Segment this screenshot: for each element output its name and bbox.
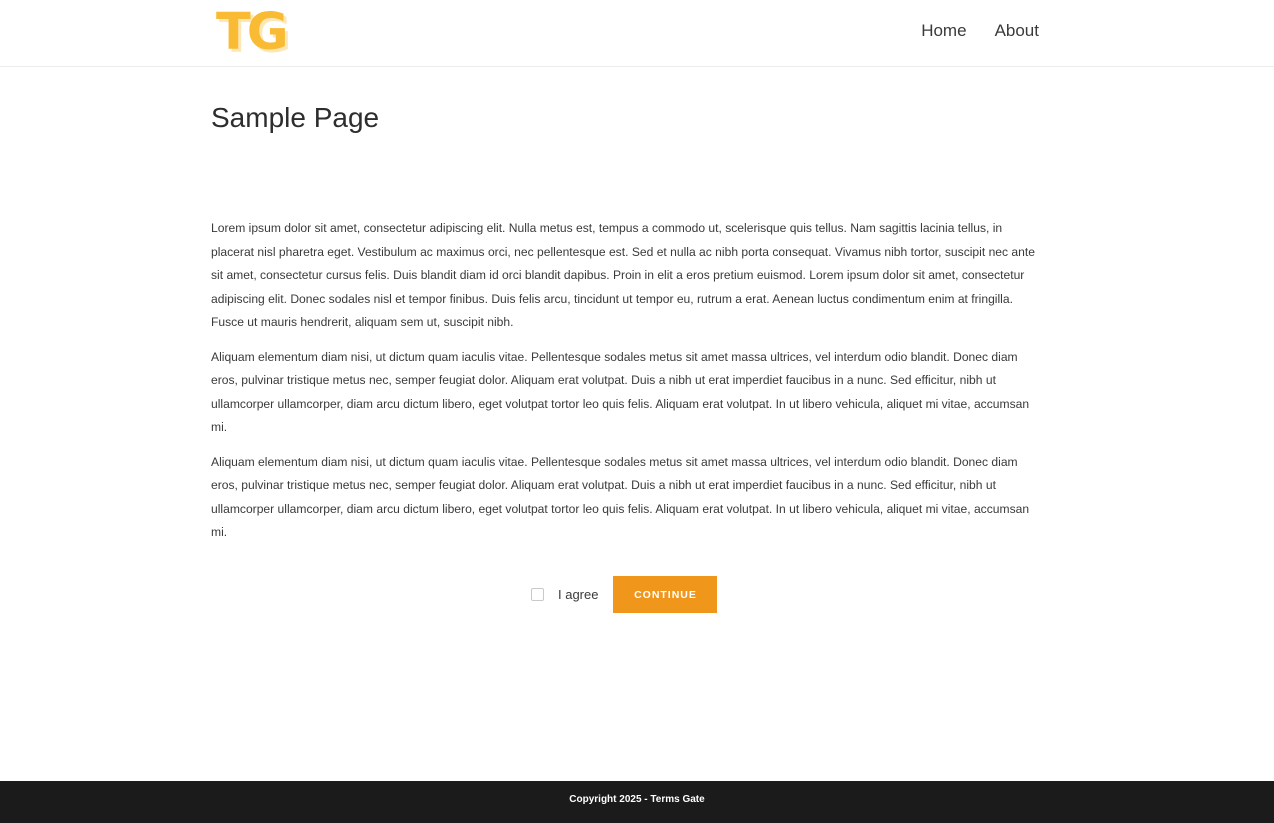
main-nav: Home About <box>921 20 1039 42</box>
svg-text:TG: TG <box>216 6 286 58</box>
agree-checkbox[interactable] <box>531 588 544 601</box>
site-footer: Copyright 2025 - Terms Gate <box>0 781 1274 823</box>
paragraph: Aliquam elementum diam nisi, ut dictum q… <box>211 454 1030 540</box>
footer-copyright: Copyright 2025 - Terms Gate <box>569 794 705 805</box>
tg-logo-icon: TG TG <box>216 6 293 58</box>
site-header: TG TG Home About <box>0 0 1274 67</box>
continue-button[interactable]: CONTINUE <box>613 576 718 613</box>
agree-label[interactable]: I agree <box>558 587 598 602</box>
terms-text: Lorem ipsum dolor sit amet, consectetur … <box>211 217 1037 556</box>
nav-home-link[interactable]: Home <box>921 20 966 42</box>
agree-form: I agree CONTINUE <box>531 576 718 613</box>
nav-about-link[interactable]: About <box>995 20 1039 42</box>
site-logo[interactable]: TG TG <box>216 6 308 58</box>
page-title: Sample Page <box>211 102 380 133</box>
paragraph: Lorem ipsum dolor sit amet, consectetur … <box>211 221 1035 329</box>
paragraph: Aliquam elementum diam nisi, ut dictum q… <box>211 349 1030 435</box>
